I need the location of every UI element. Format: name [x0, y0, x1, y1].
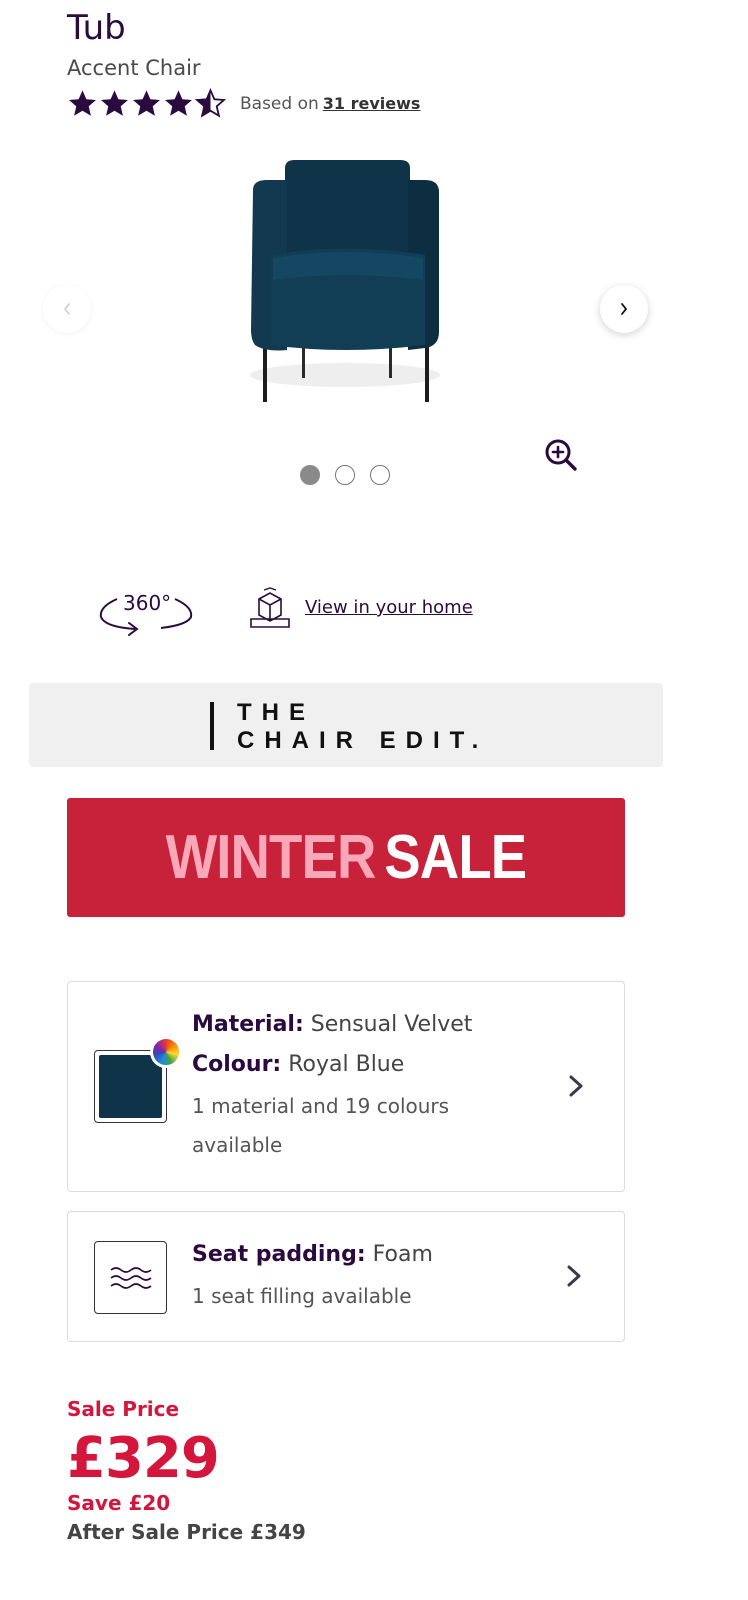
view-in-your-home-link[interactable]: View in your home: [305, 597, 473, 618]
seat-padding-selector[interactable]: Seat padding: Foam 1 seat filling availa…: [67, 1211, 625, 1342]
chevron-right-icon: [621, 303, 628, 315]
carousel-dot[interactable]: [370, 465, 390, 485]
label-360: 360°: [123, 591, 171, 615]
seat-availability: 1 seat filling available: [192, 1284, 412, 1308]
chair-image[interactable]: [195, 150, 495, 410]
seat-padding-label: Seat padding:: [192, 1242, 366, 1267]
foam-waves-icon: [110, 1266, 151, 1289]
star-icon: [101, 90, 128, 116]
sale-banner-text: WINTER SALE: [165, 822, 528, 893]
product-subtitle: Accent Chair: [67, 56, 201, 80]
chevron-right-icon: [567, 1265, 581, 1287]
seat-padding-line: Seat padding: Foam: [192, 1242, 433, 1267]
product-title: Tub: [67, 8, 126, 48]
colour-label: Colour:: [192, 1052, 282, 1077]
zoom-in-icon[interactable]: [542, 436, 580, 474]
half-star-icon: [195, 88, 226, 118]
rating: Based on 31 reviews: [67, 88, 420, 119]
reviews-prefix: Based on: [240, 93, 319, 114]
colour-wheel-icon: [150, 1036, 182, 1068]
star-icon: [133, 90, 160, 116]
colour-line: Colour: Royal Blue: [192, 1052, 404, 1077]
sale-word-sale: SALE: [384, 823, 527, 892]
seat-padding-icon-box: [94, 1241, 167, 1314]
next-image-button[interactable]: [600, 285, 648, 333]
sale-price-label: Sale Price: [67, 1397, 180, 1421]
reviews-link[interactable]: 31 reviews: [323, 94, 421, 113]
seat-padding-value: Foam: [372, 1242, 433, 1267]
carousel-dots: [300, 465, 390, 485]
carousel-dot[interactable]: [300, 465, 320, 485]
material-value: Sensual Velvet: [310, 1012, 473, 1037]
chair-edit-banner[interactable]: THE CHAIR EDIT.: [29, 683, 663, 767]
save-amount: Save £20: [67, 1491, 171, 1515]
view-options: 360° View in your home: [95, 585, 545, 640]
material-availability-cont: available: [192, 1133, 283, 1157]
chair-edit-divider: [210, 702, 214, 750]
chair-edit-line1: THE: [237, 699, 315, 726]
swatch-fill: [99, 1055, 162, 1118]
material-line: Material: Sensual Velvet: [192, 1012, 472, 1037]
winter-sale-banner[interactable]: WINTER SALE: [67, 798, 625, 917]
colour-value: Royal Blue: [288, 1052, 405, 1077]
chevron-right-icon: [569, 1075, 583, 1097]
image-gallery[interactable]: [0, 140, 690, 430]
material-availability: 1 material and 19 colours: [192, 1094, 450, 1118]
material-label: Material:: [192, 1012, 304, 1037]
sale-price: £329: [67, 1426, 220, 1491]
star-icon: [165, 90, 192, 116]
carousel-dot[interactable]: [335, 465, 355, 485]
material-colour-selector[interactable]: Material: Sensual Velvet Colour: Royal B…: [67, 981, 625, 1192]
star-rating: [67, 88, 226, 119]
previous-image-button[interactable]: [43, 285, 91, 333]
sale-word-winter: WINTER: [165, 823, 377, 892]
chevron-left-icon: [63, 303, 70, 315]
view-in-room-icon[interactable]: [247, 587, 293, 633]
chair-edit-line2: CHAIR EDIT.: [237, 727, 489, 754]
rotate-360-icon[interactable]: 360°: [95, 585, 197, 637]
star-icon: [69, 90, 96, 116]
after-sale-price: After Sale Price £349: [67, 1520, 306, 1544]
